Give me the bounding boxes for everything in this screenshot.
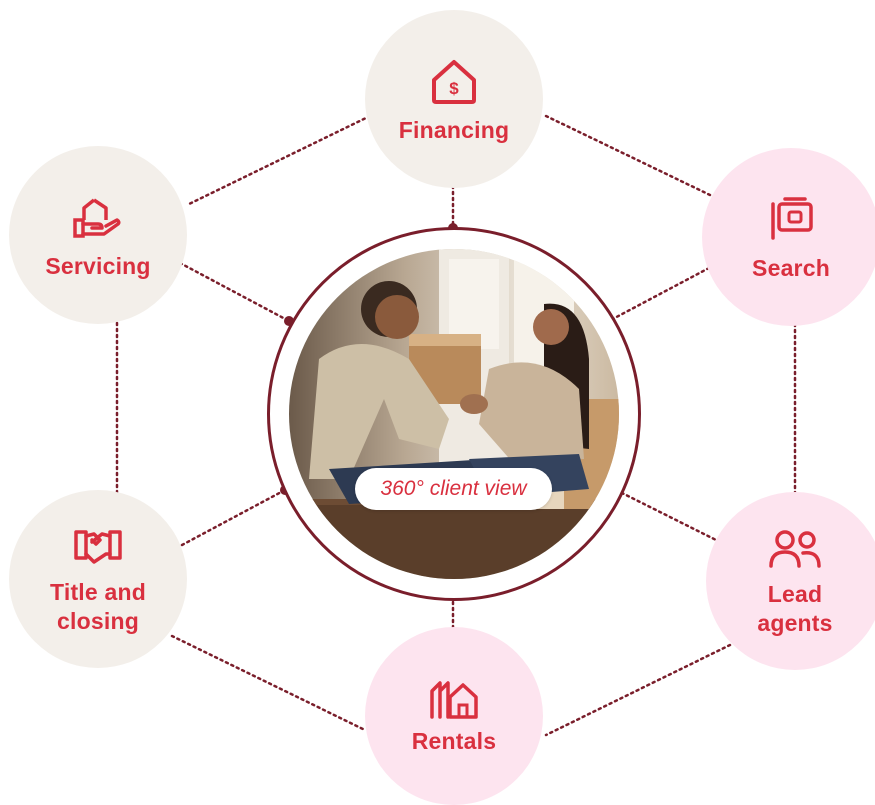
listing-card-icon: [771, 196, 813, 240]
connector-title-rentals: [170, 634, 367, 732]
node-title-closing-label-2: closing: [57, 608, 139, 634]
center-photo-ring: [267, 227, 641, 601]
connector-lead-rentals: [544, 643, 732, 737]
connector-financing-search: [544, 114, 712, 197]
spoke-servicing: [178, 261, 291, 323]
handshake-icon: [74, 530, 122, 564]
houses-icon: [430, 680, 478, 719]
node-financing-label: Financing: [398, 116, 510, 143]
spoke-search: [607, 266, 711, 323]
svg-text:$: $: [449, 79, 459, 98]
node-lead-agents-label-1: Lead: [767, 581, 823, 607]
couple-moving-photo: [289, 249, 619, 579]
node-servicing-label: Servicing: [45, 252, 151, 279]
node-title-closing-label-1: Title and: [50, 579, 146, 605]
connector-financing-servicing: [185, 114, 372, 207]
node-financing[interactable]: $ Financing: [365, 10, 543, 188]
node-rentals-label: Rentals: [411, 727, 497, 754]
photo-illustration: [289, 249, 619, 579]
node-search-label: Search: [752, 254, 830, 281]
house-dollar-icon: $: [432, 59, 476, 104]
people-icon: [769, 530, 821, 568]
node-title-closing[interactable]: Title and closing: [9, 490, 187, 668]
client-view-badge: 360° client view: [355, 468, 552, 510]
spoke-title: [180, 488, 287, 547]
hub-diagram: 360° client view $ Financing Servicing S…: [0, 0, 875, 805]
node-lead-agents-label-2: agents: [757, 610, 833, 636]
node-lead-agents[interactable]: Lead agents: [706, 492, 875, 670]
node-servicing[interactable]: Servicing: [9, 146, 187, 324]
node-search[interactable]: Search: [702, 148, 875, 326]
node-rentals[interactable]: Rentals: [365, 627, 543, 805]
hand-house-icon: [73, 198, 121, 238]
spoke-lead: [612, 487, 722, 544]
